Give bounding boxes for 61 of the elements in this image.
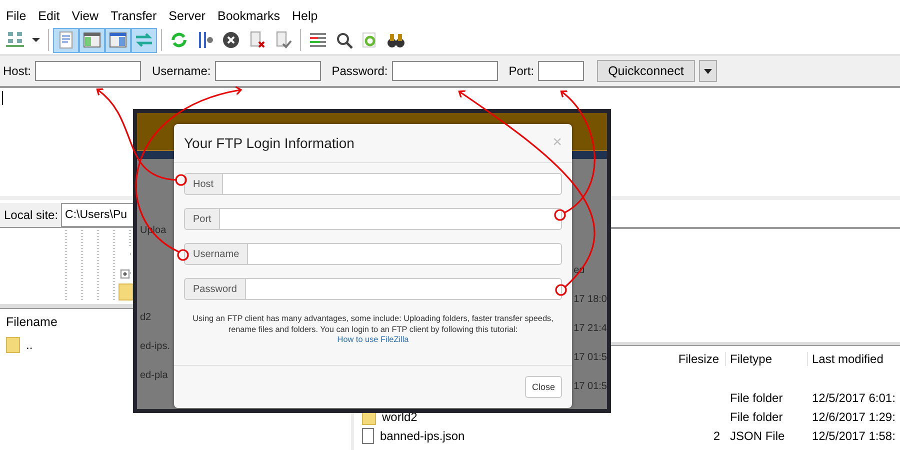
input-field[interactable] (248, 243, 562, 265)
info-text: Using an FTP client has many advantages, some include: Uploading folders, faster transfer speeds, rename files and folders. You can login to an FTP client by following this tutorial: (192, 313, 554, 335)
folder-icon (6, 337, 20, 353)
caret-icon (32, 38, 40, 42)
field-label: Password: (332, 64, 388, 78)
menu-item[interactable]: Help (286, 9, 324, 26)
field-label: Host: (3, 64, 32, 78)
field-label: Username (184, 243, 248, 265)
menu-item[interactable]: File (0, 9, 32, 26)
file-name: banned-ips.json (380, 428, 465, 442)
local-tree-icon (82, 30, 102, 50)
background-text: 17 21:4 (574, 322, 607, 336)
input-field[interactable] (222, 173, 562, 195)
dialog-title: Your FTP Login Information (184, 135, 354, 151)
file-icon (362, 428, 374, 444)
tutorial-link[interactable]: How to use FileZilla (337, 335, 409, 344)
file-type: File folder (729, 410, 784, 424)
menu-item[interactable]: View (66, 9, 105, 26)
input-field[interactable] (220, 208, 562, 230)
file-name: world2 (382, 410, 418, 424)
remote-tree-icon (108, 30, 128, 50)
input-field[interactable] (392, 61, 498, 81)
file-type: File folder (729, 390, 784, 404)
input-field[interactable] (214, 61, 321, 81)
menu-item[interactable]: Server (162, 9, 212, 26)
background-text: ed-ips. (140, 340, 170, 354)
column-header[interactable]: Filetype (726, 352, 808, 366)
modified-date: 12/5/2017 6:01: (811, 390, 896, 404)
dropdown-button[interactable] (698, 60, 717, 82)
menu-item[interactable]: Bookmarks (211, 9, 286, 26)
field-label: Password (184, 278, 246, 300)
site-manager-icon (5, 30, 25, 50)
input-field[interactable] (538, 61, 584, 81)
toolbar-button[interactable] (53, 28, 79, 52)
quickconnect-button[interactable]: Quickconnect (597, 60, 695, 82)
field-label: Port: (508, 64, 534, 78)
site-label: Local site: (3, 208, 60, 222)
background-text: ed-pla (140, 369, 169, 383)
column-header[interactable]: Last modified (808, 352, 900, 366)
caret-icon (704, 68, 712, 74)
menu-item[interactable]: Edit (32, 9, 66, 26)
cancel-icon (221, 30, 241, 50)
input-field[interactable] (246, 278, 562, 300)
refresh-icon (169, 30, 189, 50)
file-type: JSON File (729, 428, 786, 442)
file-size: 2 (712, 428, 721, 442)
field-label: Username: (152, 64, 211, 78)
background-text: d2 (140, 311, 152, 325)
input-field[interactable] (35, 61, 142, 81)
column-header[interactable]: Filename (6, 315, 58, 329)
field-label: Port (184, 208, 220, 230)
modified-date: 12/5/2017 1:58: (811, 428, 896, 442)
magnifier-icon (334, 30, 354, 50)
background-text: 17 01:5 (574, 380, 607, 394)
background-text: 17 18:0 (574, 293, 607, 307)
background-text: 17 01:5 (574, 351, 607, 365)
menu-item[interactable]: Transfer (104, 9, 163, 26)
close-button[interactable]: Close (524, 376, 562, 398)
field-label: Host (184, 173, 223, 195)
file-name: .. (26, 338, 33, 352)
modified-date: 12/6/2017 1:29: (811, 410, 896, 424)
